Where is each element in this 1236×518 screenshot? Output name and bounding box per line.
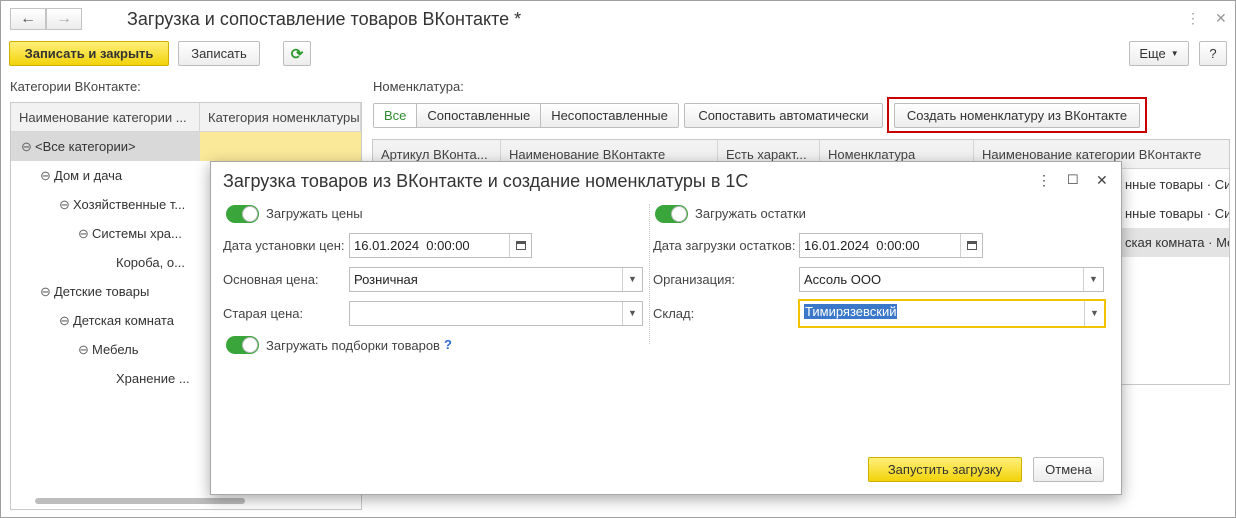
forward-button[interactable]: → xyxy=(46,8,82,30)
load-collections-toggle[interactable] xyxy=(226,336,259,354)
column-header-nomenclature-category[interactable]: Категория номенклатуры xyxy=(200,103,361,132)
tree-row[interactable]: ⊖ Детская комната xyxy=(11,306,200,335)
old-price-label: Старая цена: xyxy=(223,306,304,321)
filter-unmatched[interactable]: Несопоставленные xyxy=(541,104,678,127)
create-nomenclature-button[interactable]: Создать номенклатуру из ВКонтакте xyxy=(894,103,1140,128)
warehouse-label: Склад: xyxy=(653,306,695,321)
categories-table-header: Наименование категории ... Категория ном… xyxy=(11,103,361,132)
help-button[interactable]: ? xyxy=(1199,41,1227,66)
base-price-label: Основная цена: xyxy=(223,272,319,287)
chevron-down-icon: ▼ xyxy=(1170,49,1179,58)
load-dialog: Загрузка товаров из ВКонтакте и создание… xyxy=(210,161,1122,495)
organization-label: Организация: xyxy=(653,272,736,287)
more-label: Еще xyxy=(1139,46,1166,61)
column-header-category-name[interactable]: Наименование категории ... xyxy=(11,103,200,132)
auto-match-button[interactable]: Сопоставить автоматически xyxy=(684,103,883,128)
calendar-icon[interactable] xyxy=(960,234,982,257)
dialog-title: Загрузка товаров из ВКонтакте и создание… xyxy=(223,171,749,191)
horizontal-scrollbar[interactable] xyxy=(17,497,357,505)
categories-label: Категории ВКонтакте: xyxy=(10,79,141,94)
load-collections-label: Загружать подборки товаров xyxy=(266,338,440,353)
column-divider xyxy=(649,204,650,344)
filter-all[interactable]: Все xyxy=(374,104,418,127)
table-row[interactable]: нные товары · Си xyxy=(1119,170,1229,199)
load-prices-toggle[interactable] xyxy=(226,205,259,223)
collapse-icon[interactable]: ⊖ xyxy=(59,190,73,219)
old-price-select[interactable]: ▼ xyxy=(349,301,643,326)
scrollbar-thumb[interactable] xyxy=(35,498,245,504)
chevron-down-icon[interactable]: ▼ xyxy=(1084,301,1104,326)
more-button[interactable]: Еще ▼ xyxy=(1129,41,1189,66)
selected-cell[interactable] xyxy=(200,132,361,161)
stock-date-field[interactable]: 16.01.2024 0:00:00 xyxy=(799,233,983,258)
main-window: ← → Загрузка и сопоставление товаров ВКо… xyxy=(0,0,1236,518)
tree-row[interactable]: ⊖ Мебель xyxy=(11,335,200,364)
price-date-field[interactable]: 16.01.2024 0:00:00 xyxy=(349,233,532,258)
nomenclature-label: Номенклатура: xyxy=(373,79,464,94)
back-button[interactable]: ← xyxy=(10,8,46,30)
table-row[interactable]: нные товары · Си xyxy=(1119,199,1229,228)
cancel-button[interactable]: Отмена xyxy=(1033,457,1104,482)
close-icon[interactable]: ✕ xyxy=(1215,10,1227,27)
chevron-down-icon[interactable]: ▼ xyxy=(622,268,642,291)
filter-matched[interactable]: Сопоставленные xyxy=(417,104,542,127)
more-vert-icon[interactable]: ⋮ xyxy=(1186,10,1200,27)
collapse-icon[interactable]: ⊖ xyxy=(40,161,54,190)
collapse-icon[interactable]: ⊖ xyxy=(78,335,92,364)
maximize-icon[interactable]: ☐ xyxy=(1067,172,1079,188)
arrow-left-icon: ← xyxy=(20,10,36,27)
save-button[interactable]: Записать xyxy=(178,41,260,66)
save-and-close-button[interactable]: Записать и закрыть xyxy=(9,41,169,66)
start-load-button[interactable]: Запустить загрузку xyxy=(868,457,1022,482)
collapse-icon[interactable]: ⊖ xyxy=(40,277,54,306)
arrow-right-icon: → xyxy=(56,10,72,27)
chevron-down-icon[interactable]: ▼ xyxy=(622,302,642,325)
window-title: Загрузка и сопоставление товаров ВКонтак… xyxy=(127,9,522,29)
collapse-icon[interactable]: ⊖ xyxy=(78,219,92,248)
more-vert-icon[interactable]: ⋮ xyxy=(1037,172,1051,189)
close-icon[interactable]: ✕ xyxy=(1096,172,1108,189)
tree-row[interactable]: ⊖ Дом и дача xyxy=(11,161,200,190)
load-stock-label: Загружать остатки xyxy=(695,206,806,221)
help-question-icon[interactable]: ? xyxy=(444,337,452,352)
tree-row-all[interactable]: ⊖ <Все категории> xyxy=(11,132,200,161)
load-stock-toggle[interactable] xyxy=(655,205,688,223)
collapse-icon[interactable]: ⊖ xyxy=(21,132,35,161)
tree-row[interactable]: ⊖ Хозяйственные т... xyxy=(11,190,200,219)
collapse-icon[interactable]: ⊖ xyxy=(59,306,73,335)
stock-date-label: Дата загрузки остатков: xyxy=(653,238,796,253)
tree-row[interactable]: Хранение ... xyxy=(11,364,200,393)
tree-row[interactable]: ⊖ Системы хра... xyxy=(11,219,200,248)
tree-row[interactable]: ⊖ Детские товары xyxy=(11,277,200,306)
tree-row[interactable]: Короба, о... xyxy=(11,248,200,277)
filter-segment: Все Сопоставленные Несопоставленные xyxy=(373,103,679,128)
chevron-down-icon[interactable]: ▼ xyxy=(1083,268,1103,291)
price-date-label: Дата установки цен: xyxy=(223,238,345,253)
calendar-icon[interactable] xyxy=(509,234,531,257)
refresh-button[interactable]: ⟳ xyxy=(283,41,311,66)
base-price-select[interactable]: Розничная ▼ xyxy=(349,267,643,292)
refresh-icon: ⟳ xyxy=(290,45,304,63)
table-row[interactable]: ская комната · Мебе xyxy=(1119,228,1229,257)
load-prices-label: Загружать цены xyxy=(266,206,363,221)
vertical-scrollbar[interactable] xyxy=(1220,172,1227,384)
warehouse-select[interactable]: Тимирязевский ▼ xyxy=(798,299,1106,328)
organization-select[interactable]: Ассоль ООО ▼ xyxy=(799,267,1104,292)
